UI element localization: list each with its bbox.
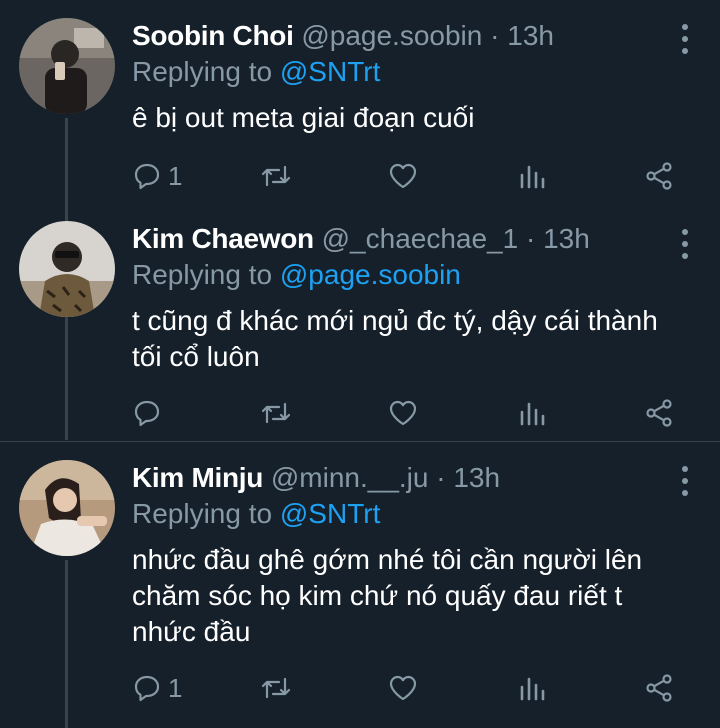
reply-icon xyxy=(134,400,160,427)
timestamp[interactable]: 13h xyxy=(507,20,554,51)
author-handle[interactable]: @page.soobin xyxy=(301,20,482,51)
reply-icon xyxy=(134,163,160,190)
reply-count: 1 xyxy=(168,672,183,703)
avatar[interactable] xyxy=(19,221,115,317)
analytics-icon xyxy=(520,677,545,701)
like-button[interactable] xyxy=(388,397,418,429)
tweet-text: t cũng đ khác mới ngủ đc tý, dậy cái thà… xyxy=(132,303,690,375)
tweet-text-line: nhức đầu ghê gớm nhé tôi cần người lên xyxy=(132,544,643,575)
analytics-icon xyxy=(520,165,545,189)
analytics-button[interactable] xyxy=(518,672,548,704)
tweet-actions: 1 xyxy=(132,672,692,704)
retweet-icon xyxy=(261,165,291,187)
heart-icon xyxy=(389,675,417,701)
tweet-text-line: nhức đầu xyxy=(132,616,251,647)
share-button[interactable] xyxy=(644,672,674,704)
share-icon xyxy=(646,674,672,702)
author-handle[interactable]: @minn.__.ju xyxy=(271,462,429,493)
reply-button[interactable]: 1 xyxy=(132,160,182,192)
tweet[interactable]: Soobin Choi @page.soobin · 13h Replying … xyxy=(0,0,720,205)
separator-dot: · xyxy=(490,20,500,51)
tweet-text: nhức đầu ghê gớm nhé tôi cần người lên c… xyxy=(132,542,690,650)
avatar[interactable] xyxy=(19,460,115,556)
replying-to-label: Replying to xyxy=(132,56,273,87)
separator-dot: · xyxy=(436,462,446,493)
retweet-icon xyxy=(261,402,291,424)
heart-icon xyxy=(389,400,417,426)
mention-link[interactable]: @SNTrt xyxy=(280,498,381,529)
like-button[interactable] xyxy=(388,160,418,192)
retweet-button[interactable] xyxy=(260,672,292,704)
timestamp[interactable]: 13h xyxy=(543,223,590,254)
retweet-button[interactable] xyxy=(260,160,292,192)
separator-dot: · xyxy=(525,223,536,254)
author-name[interactable]: Kim Minju xyxy=(132,462,263,493)
tweet-actions xyxy=(132,397,692,429)
mention-link[interactable]: @page.soobin xyxy=(280,259,461,290)
retweet-button[interactable] xyxy=(260,397,292,429)
replying-to-label: Replying to xyxy=(132,259,273,290)
reply-button[interactable]: 1 xyxy=(132,672,182,704)
author-name[interactable]: Soobin Choi xyxy=(132,20,294,51)
tweet[interactable]: Kim Chaewon @_chaechae_1 · 13h Replying … xyxy=(0,205,720,441)
mention-link[interactable]: @SNTrt xyxy=(280,56,381,87)
share-icon xyxy=(646,399,672,427)
tweet-text-line: tối cổ luôn xyxy=(132,341,260,372)
analytics-icon xyxy=(520,402,545,426)
share-button[interactable] xyxy=(644,160,674,192)
tweet-text: ê bị out meta giai đoạn cuối xyxy=(132,100,690,136)
timestamp[interactable]: 13h xyxy=(453,462,500,493)
share-icon xyxy=(646,162,672,190)
tweet-actions: 1 xyxy=(132,160,692,192)
tweet-text-line: chăm sóc họ kim chứ nó quấy đau riết t xyxy=(132,580,623,611)
tweet[interactable]: Kim Minju @minn.__.ju · 13h Replying to … xyxy=(0,442,720,728)
tweet-text-line: t cũng đ khác mới ngủ đc tý, dậy cái thà… xyxy=(132,305,658,336)
reply-button[interactable] xyxy=(132,397,168,429)
avatar[interactable] xyxy=(19,18,115,114)
share-button[interactable] xyxy=(644,397,674,429)
tweet-text-line: ê bị out meta giai đoạn cuối xyxy=(132,102,475,133)
analytics-button[interactable] xyxy=(518,160,548,192)
retweet-icon xyxy=(261,677,291,699)
replying-to-label: Replying to xyxy=(132,498,273,529)
author-handle[interactable]: @_chaechae_1 xyxy=(322,223,519,254)
like-button[interactable] xyxy=(388,672,418,704)
author-name[interactable]: Kim Chaewon xyxy=(132,223,314,254)
heart-icon xyxy=(389,163,417,189)
reply-icon xyxy=(134,675,160,702)
analytics-button[interactable] xyxy=(518,397,548,429)
reply-count: 1 xyxy=(168,160,183,191)
